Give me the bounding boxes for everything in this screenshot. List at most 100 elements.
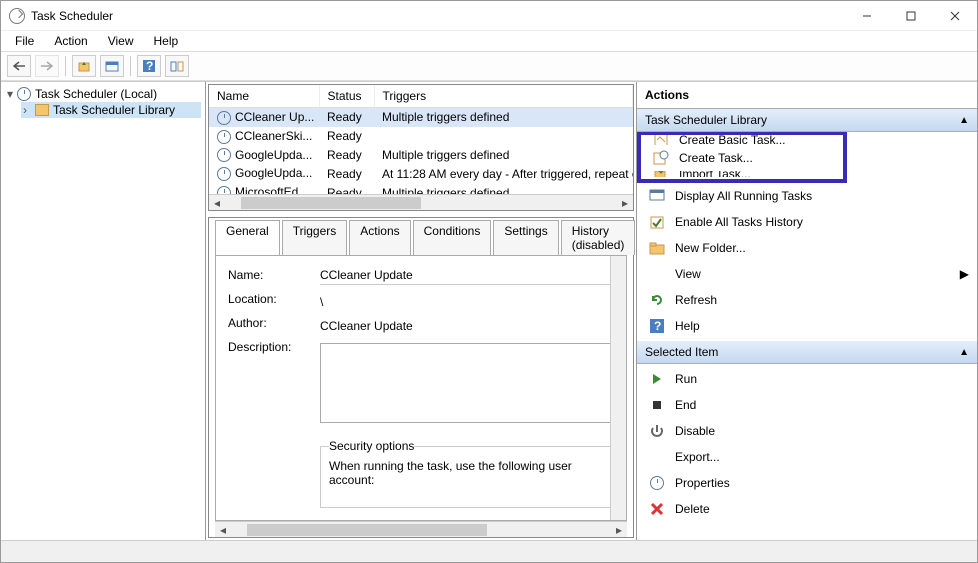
wizard-icon [653, 135, 669, 145]
tab-actions[interactable]: Actions [349, 220, 410, 255]
action-label: Disable [675, 424, 715, 438]
security-legend: Security options [329, 439, 414, 453]
location-label: Location: [228, 292, 308, 306]
action-export[interactable]: Export... [637, 444, 977, 470]
submenu-arrow-icon: ▶ [960, 267, 969, 281]
tab-history[interactable]: History (disabled) [561, 220, 636, 255]
action-label: Create Basic Task... [679, 135, 786, 145]
blank-icon [649, 449, 665, 465]
table-row[interactable]: CCleaner Up...ReadyMultiple triggers def… [209, 108, 633, 127]
main-content: ▾ Task Scheduler (Local) › Task Schedule… [1, 81, 977, 540]
table-row[interactable]: MicrosoftEd...ReadyMultiple triggers def… [209, 183, 633, 194]
toolbar: ? [1, 51, 977, 81]
tab-general[interactable]: General [215, 220, 280, 255]
tab-settings[interactable]: Settings [493, 220, 558, 255]
vertical-scrollbar[interactable] [610, 256, 626, 520]
properties-button[interactable] [100, 55, 124, 77]
refresh-icon [649, 292, 665, 308]
nav-forward-button[interactable] [35, 55, 59, 77]
description-label: Description: [228, 340, 308, 354]
action-new-folder[interactable]: New Folder... [637, 235, 977, 261]
action-enable-all-tasks-history[interactable]: Enable All Tasks History [637, 209, 977, 235]
run-icon [649, 371, 665, 387]
menu-view[interactable]: View [100, 32, 142, 50]
tree-library[interactable]: › Task Scheduler Library [21, 102, 201, 118]
center-pane: Name Status Triggers CCleaner Up...Ready… [206, 82, 637, 540]
action-label: Display All Running Tasks [675, 189, 812, 203]
security-line: When running the task, use the following… [329, 459, 572, 487]
action-label: Create Task... [679, 151, 753, 165]
tab-triggers[interactable]: Triggers [282, 220, 348, 255]
table-row[interactable]: GoogleUpda...ReadyMultiple triggers defi… [209, 146, 633, 165]
general-tab-body: Name: Location: Author: Description: CCl… [215, 255, 627, 521]
menu-action[interactable]: Action [46, 32, 95, 50]
action-properties[interactable]: Properties [637, 470, 977, 496]
import-icon [653, 171, 669, 177]
enable-icon [649, 214, 665, 230]
location-value: \ [320, 295, 614, 309]
action-label: Help [675, 319, 700, 333]
tree-root-label: Task Scheduler (Local) [35, 87, 157, 101]
blank-icon [649, 266, 665, 282]
titlebar: Task Scheduler [1, 1, 977, 31]
action-label: Run [675, 372, 697, 386]
task-list[interactable]: Name Status Triggers CCleaner Up...Ready… [208, 84, 634, 211]
navigation-tree[interactable]: ▾ Task Scheduler (Local) › Task Schedule… [1, 82, 206, 540]
details-hscroll[interactable]: ◂▸ [215, 521, 627, 537]
action-display-all-running-tasks[interactable]: Display All Running Tasks [637, 183, 977, 209]
nav-back-button[interactable] [7, 55, 31, 77]
help-button[interactable]: ? [137, 55, 161, 77]
task-icon [653, 150, 669, 166]
window-title: Task Scheduler [31, 9, 113, 23]
maximize-button[interactable] [889, 1, 933, 31]
action-import-task[interactable]: Import Task... [641, 171, 843, 177]
props-icon [649, 475, 665, 491]
action-label: View [675, 267, 701, 281]
actions-section-library[interactable]: Task Scheduler Library ▲ [637, 109, 977, 132]
col-name[interactable]: Name [209, 85, 319, 108]
menu-file[interactable]: File [7, 32, 42, 50]
table-row[interactable]: GoogleUpda...ReadyAt 11:28 AM every day … [209, 164, 633, 183]
folder-icon [649, 240, 665, 256]
actions-section-selected[interactable]: Selected Item ▲ [637, 341, 977, 364]
action-view[interactable]: View ▶ [637, 261, 977, 287]
actions-header: Actions [637, 82, 977, 109]
detail-tabs: General Triggers Actions Conditions Sett… [209, 218, 633, 255]
svg-text:?: ? [654, 319, 661, 333]
action-disable[interactable]: Disable [637, 418, 977, 444]
action-create-task[interactable]: Create Task... [641, 145, 843, 171]
author-label: Author: [228, 316, 308, 330]
table-row[interactable]: CCleanerSki...Ready [209, 127, 633, 146]
action-run[interactable]: Run [637, 366, 977, 392]
col-triggers[interactable]: Triggers [374, 85, 633, 108]
highlight-box: Create Basic Task... Create Task... Import… [637, 132, 847, 183]
up-level-button[interactable] [72, 55, 96, 77]
close-button[interactable] [933, 1, 977, 31]
tree-root[interactable]: ▾ Task Scheduler (Local) [5, 86, 201, 102]
name-value: CCleaner Update [320, 268, 614, 285]
action-refresh[interactable]: Refresh [637, 287, 977, 313]
description-box[interactable] [320, 343, 614, 423]
task-details: General Triggers Actions Conditions Sett… [208, 217, 634, 538]
action-create-basic-task[interactable]: Create Basic Task... [641, 135, 843, 145]
action-label: New Folder... [675, 241, 746, 255]
show-hide-button[interactable] [165, 55, 189, 77]
action-end[interactable]: End [637, 392, 977, 418]
end-icon [649, 397, 665, 413]
svg-text:?: ? [146, 59, 153, 73]
scheduler-icon [17, 87, 31, 101]
action-label: Properties [675, 476, 730, 490]
tab-conditions[interactable]: Conditions [413, 220, 492, 255]
disable-icon [649, 423, 665, 439]
menu-help[interactable]: Help [146, 32, 187, 50]
action-delete[interactable]: Delete [637, 496, 977, 522]
action-help[interactable]: ? Help [637, 313, 977, 339]
task-icon [217, 186, 231, 194]
horizontal-scrollbar[interactable]: ◂▸ [209, 194, 633, 210]
action-label: Delete [675, 502, 710, 516]
actions-list-selected: Run End Disable Export... Properties Delete [637, 364, 977, 540]
delete-icon [649, 501, 665, 517]
minimize-button[interactable] [845, 1, 889, 31]
action-label: End [675, 398, 696, 412]
col-status[interactable]: Status [319, 85, 374, 108]
